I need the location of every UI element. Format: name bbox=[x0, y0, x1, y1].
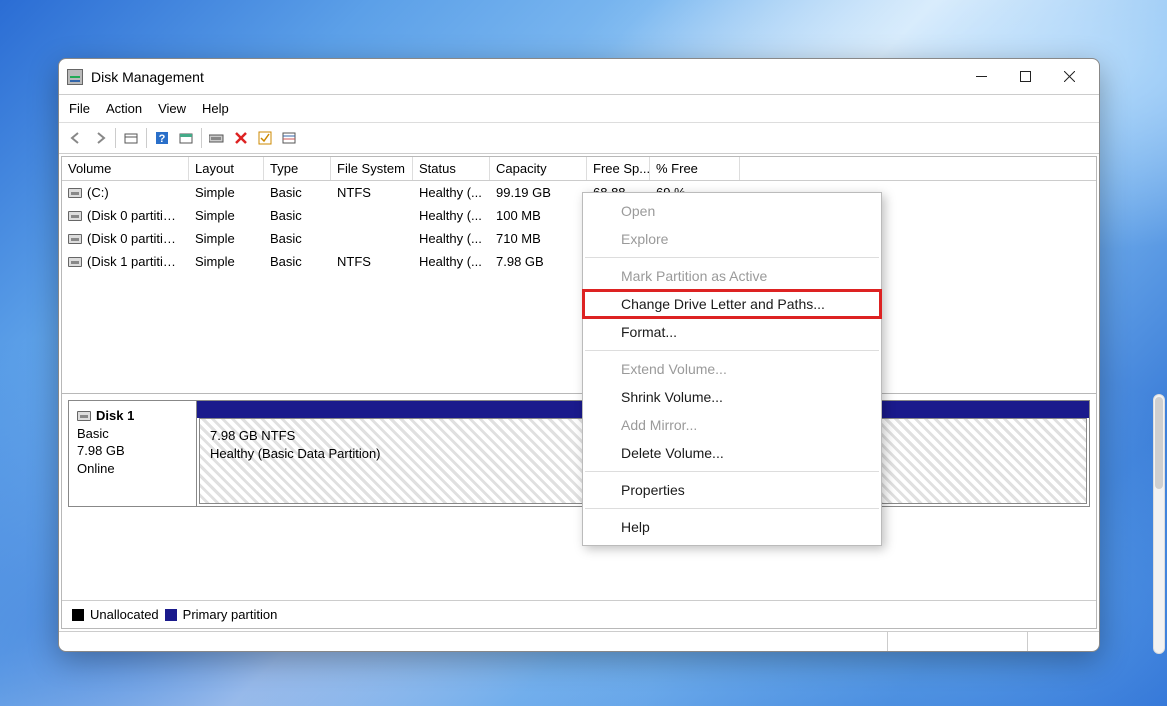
toolbar-separator bbox=[146, 128, 147, 148]
legend-swatch-unallocated bbox=[72, 609, 84, 621]
back-button[interactable] bbox=[65, 127, 87, 149]
disk-block: Disk 1 Basic 7.98 GB Online 7.98 GB NTFS… bbox=[68, 400, 1090, 507]
volume-icon bbox=[68, 234, 82, 244]
ctx-extend-volume[interactable]: Extend Volume... bbox=[583, 355, 881, 383]
volume-icon bbox=[68, 257, 82, 267]
ctx-change-drive-letter[interactable]: Change Drive Letter and Paths... bbox=[583, 290, 881, 318]
titlebar[interactable]: Disk Management bbox=[59, 59, 1099, 95]
ctx-separator bbox=[585, 257, 879, 258]
ctx-separator bbox=[585, 350, 879, 351]
menu-bar: File Action View Help bbox=[59, 95, 1099, 123]
ctx-mark-active[interactable]: Mark Partition as Active bbox=[583, 262, 881, 290]
menu-view[interactable]: View bbox=[158, 101, 186, 116]
menu-file[interactable]: File bbox=[69, 101, 90, 116]
delete-icon[interactable] bbox=[230, 127, 252, 149]
close-button[interactable] bbox=[1047, 62, 1091, 92]
window-scrollbar[interactable] bbox=[1153, 394, 1165, 654]
legend-primary: Primary partition bbox=[183, 607, 278, 622]
volume-row[interactable]: (Disk 0 partition...SimpleBasicHealthy (… bbox=[62, 227, 1096, 250]
ctx-help[interactable]: Help bbox=[583, 513, 881, 541]
legend: Unallocated Primary partition bbox=[62, 600, 1096, 628]
column-free-space[interactable]: Free Sp... bbox=[587, 157, 650, 180]
svg-text:?: ? bbox=[159, 133, 166, 145]
graphical-view: Disk 1 Basic 7.98 GB Online 7.98 GB NTFS… bbox=[62, 394, 1096, 600]
column-capacity[interactable]: Capacity bbox=[490, 157, 587, 180]
column-volume[interactable]: Volume bbox=[62, 157, 189, 180]
ctx-format[interactable]: Format... bbox=[583, 318, 881, 346]
disk-state: Online bbox=[77, 461, 115, 476]
maximize-button[interactable] bbox=[1003, 62, 1047, 92]
disk-info[interactable]: Disk 1 Basic 7.98 GB Online bbox=[69, 401, 197, 506]
volume-icon bbox=[68, 188, 82, 198]
column-percent-free[interactable]: % Free bbox=[650, 157, 740, 180]
volume-row[interactable]: (Disk 1 partition...SimpleBasicNTFSHealt… bbox=[62, 250, 1096, 273]
window-title: Disk Management bbox=[91, 69, 959, 85]
column-status[interactable]: Status bbox=[413, 157, 490, 180]
forward-button[interactable] bbox=[89, 127, 111, 149]
list-icon[interactable] bbox=[278, 127, 300, 149]
ctx-separator bbox=[585, 471, 879, 472]
volume-icon bbox=[68, 211, 82, 221]
check-icon[interactable] bbox=[254, 127, 276, 149]
status-bar bbox=[59, 631, 1099, 651]
disk-name: Disk 1 bbox=[96, 408, 134, 423]
manage-icon[interactable] bbox=[206, 127, 228, 149]
disk-size: 7.98 GB bbox=[77, 443, 125, 458]
menu-action[interactable]: Action bbox=[106, 101, 142, 116]
minimize-button[interactable] bbox=[959, 62, 1003, 92]
disk-type: Basic bbox=[77, 426, 109, 441]
ctx-delete-volume[interactable]: Delete Volume... bbox=[583, 439, 881, 467]
refresh-icon[interactable] bbox=[175, 127, 197, 149]
context-menu: Open Explore Mark Partition as Active Ch… bbox=[582, 192, 882, 546]
ctx-separator bbox=[585, 508, 879, 509]
volume-row[interactable]: (Disk 0 partition...SimpleBasicHealthy (… bbox=[62, 204, 1096, 227]
disk-management-window: Disk Management File Action View Help ? … bbox=[58, 58, 1100, 652]
properties-icon[interactable] bbox=[120, 127, 142, 149]
legend-swatch-primary bbox=[165, 609, 177, 621]
toolbar: ? bbox=[59, 123, 1099, 154]
legend-unallocated: Unallocated bbox=[90, 607, 159, 622]
toolbar-separator bbox=[201, 128, 202, 148]
menu-help[interactable]: Help bbox=[202, 101, 229, 116]
column-layout[interactable]: Layout bbox=[189, 157, 264, 180]
ctx-open[interactable]: Open bbox=[583, 197, 881, 225]
ctx-add-mirror[interactable]: Add Mirror... bbox=[583, 411, 881, 439]
column-headers: Volume Layout Type File System Status Ca… bbox=[62, 157, 1096, 181]
help-icon[interactable]: ? bbox=[151, 127, 173, 149]
ctx-properties[interactable]: Properties bbox=[583, 476, 881, 504]
column-type[interactable]: Type bbox=[264, 157, 331, 180]
scrollbar-thumb[interactable] bbox=[1155, 397, 1163, 489]
column-filesystem[interactable]: File System bbox=[331, 157, 413, 180]
ctx-shrink-volume[interactable]: Shrink Volume... bbox=[583, 383, 881, 411]
app-icon bbox=[67, 69, 83, 85]
disk-icon bbox=[77, 411, 91, 421]
volume-list: Volume Layout Type File System Status Ca… bbox=[62, 157, 1096, 394]
volume-row[interactable]: (C:)SimpleBasicNTFSHealthy (...99.19 GB6… bbox=[62, 181, 1096, 204]
content-area: Volume Layout Type File System Status Ca… bbox=[61, 156, 1097, 629]
ctx-explore[interactable]: Explore bbox=[583, 225, 881, 253]
toolbar-separator bbox=[115, 128, 116, 148]
